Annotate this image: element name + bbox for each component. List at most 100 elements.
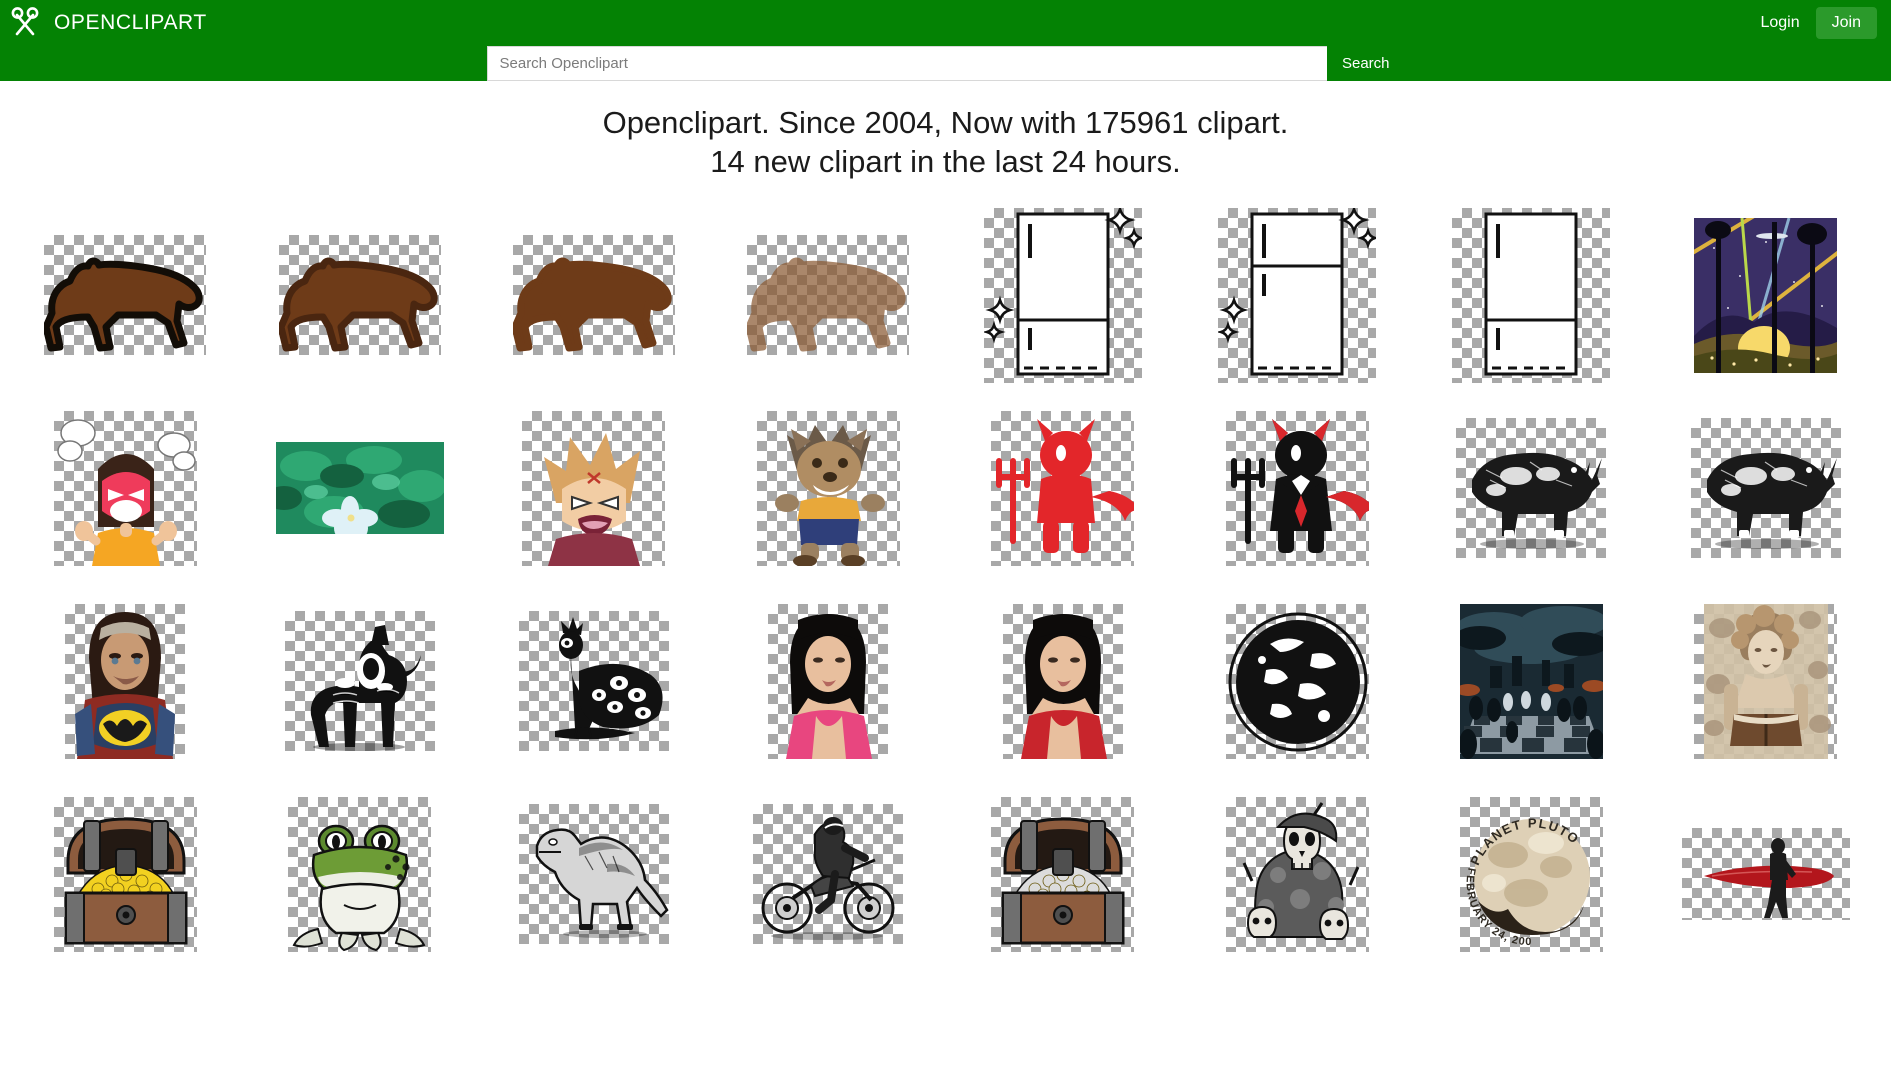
clipart-link[interactable] — [756, 410, 900, 566]
clipart-thumbnail[interactable] — [991, 410, 1135, 566]
clipart-thumbnail[interactable] — [1225, 796, 1369, 952]
search-button[interactable]: Search — [1326, 46, 1405, 81]
clipart-link[interactable] — [53, 796, 197, 952]
clipart-link[interactable] — [1225, 796, 1369, 952]
clipart-thumbnail[interactable]: PLANET PLUTOFEBRUARY 24, 2006 — [1459, 796, 1603, 952]
clipart-cell[interactable] — [1180, 207, 1414, 383]
clipart-thumbnail[interactable] — [747, 235, 910, 356]
clipart-cell[interactable]: PLANET PLUTOFEBRUARY 24, 2006 — [1414, 787, 1648, 962]
clipart-thumbnail[interactable] — [1694, 217, 1838, 373]
clipart-cell[interactable] — [1649, 208, 1883, 383]
clipart-link[interactable] — [518, 804, 669, 945]
clipart-thumbnail[interactable] — [756, 410, 900, 566]
clipart-link[interactable] — [512, 235, 675, 356]
clipart-link[interactable] — [1690, 418, 1841, 559]
clipart-cell[interactable] — [477, 787, 711, 962]
clipart-thumbnail[interactable] — [518, 804, 669, 945]
clipart-link[interactable] — [1459, 603, 1603, 759]
clipart-link[interactable] — [275, 442, 444, 535]
clipart-thumbnail[interactable] — [1694, 603, 1838, 759]
clipart-cell[interactable] — [711, 594, 945, 769]
clipart-thumbnail[interactable] — [278, 235, 441, 356]
clipart-link[interactable] — [1002, 603, 1123, 759]
clipart-thumbnail[interactable] — [284, 611, 435, 752]
clipart-link[interactable] — [53, 410, 197, 566]
clipart-cell[interactable] — [1414, 207, 1648, 383]
clipart-cell[interactable] — [242, 787, 476, 962]
clipart-link[interactable]: PLANET PLUTOFEBRUARY 24, 2006 — [1459, 796, 1603, 952]
clipart-cell[interactable] — [477, 594, 711, 769]
clipart-cell[interactable] — [946, 401, 1180, 576]
clipart-cell[interactable] — [477, 208, 711, 383]
clipart-thumbnail[interactable] — [53, 796, 197, 952]
clipart-link[interactable] — [284, 611, 435, 752]
clipart-thumbnail[interactable] — [288, 796, 432, 952]
clipart-cell[interactable] — [1414, 401, 1648, 576]
clipart-cell[interactable] — [946, 207, 1180, 383]
clipart-cell[interactable] — [946, 787, 1180, 962]
clipart-link[interactable] — [518, 611, 669, 752]
clipart-cell[interactable] — [1649, 787, 1883, 962]
clipart-thumbnail[interactable] — [512, 235, 675, 356]
clipart-cell[interactable] — [242, 594, 476, 769]
clipart-link[interactable] — [288, 796, 432, 952]
clipart-cell[interactable] — [8, 594, 242, 769]
clipart-thumbnail[interactable] — [983, 207, 1142, 383]
clipart-thumbnail[interactable] — [1225, 410, 1369, 566]
search-input[interactable] — [486, 46, 1327, 81]
clipart-cell[interactable] — [711, 208, 945, 383]
clipart-thumbnail[interactable] — [1456, 418, 1607, 559]
clipart-link[interactable] — [65, 603, 186, 759]
clipart-link[interactable] — [522, 410, 666, 566]
clipart-thumbnail[interactable] — [991, 796, 1135, 952]
clipart-link[interactable] — [991, 796, 1135, 952]
clipart-thumbnail[interactable] — [275, 442, 444, 535]
clipart-cell[interactable] — [1180, 787, 1414, 962]
clipart-link[interactable] — [991, 410, 1135, 566]
clipart-link[interactable] — [1681, 828, 1850, 921]
clipart-thumbnail[interactable] — [1002, 603, 1123, 759]
clipart-cell[interactable] — [242, 401, 476, 576]
clipart-link[interactable] — [278, 235, 441, 356]
clipart-cell[interactable] — [1649, 401, 1883, 576]
clipart-thumbnail[interactable] — [522, 410, 666, 566]
clipart-link[interactable] — [1694, 217, 1838, 373]
clipart-cell[interactable] — [946, 594, 1180, 769]
clipart-thumbnail[interactable] — [44, 235, 207, 356]
clipart-link[interactable] — [747, 235, 910, 356]
clipart-thumbnail[interactable] — [518, 611, 669, 752]
clipart-thumbnail[interactable] — [1690, 418, 1841, 559]
clipart-thumbnail[interactable] — [753, 804, 904, 945]
clipart-cell[interactable] — [1649, 594, 1883, 769]
clipart-link[interactable] — [1225, 603, 1369, 759]
clipart-thumbnail[interactable] — [53, 410, 197, 566]
clipart-cell[interactable] — [8, 787, 242, 962]
brand-logo-link[interactable]: OPENCLIPART — [8, 6, 207, 40]
clipart-link[interactable] — [1218, 207, 1377, 383]
clipart-link[interactable] — [1225, 410, 1369, 566]
clipart-link[interactable] — [1452, 207, 1611, 383]
clipart-thumbnail[interactable] — [1459, 603, 1603, 759]
clipart-link[interactable] — [983, 207, 1142, 383]
clipart-cell[interactable] — [242, 208, 476, 383]
clipart-cell[interactable] — [711, 401, 945, 576]
clipart-thumbnail[interactable] — [1452, 207, 1611, 383]
clipart-cell[interactable] — [1180, 594, 1414, 769]
clipart-thumbnail[interactable] — [1218, 207, 1377, 383]
clipart-thumbnail[interactable] — [65, 603, 186, 759]
clipart-link[interactable] — [1456, 418, 1607, 559]
clipart-link[interactable] — [44, 235, 207, 356]
clipart-link[interactable] — [1694, 603, 1838, 759]
clipart-cell[interactable] — [1414, 594, 1648, 769]
clipart-cell[interactable] — [477, 401, 711, 576]
clipart-link[interactable] — [753, 804, 904, 945]
clipart-thumbnail[interactable] — [768, 603, 889, 759]
login-link[interactable]: Login — [1760, 14, 1799, 32]
clipart-cell[interactable] — [8, 401, 242, 576]
clipart-cell[interactable] — [711, 787, 945, 962]
clipart-cell[interactable] — [1180, 401, 1414, 576]
clipart-thumbnail[interactable] — [1681, 828, 1850, 921]
clipart-cell[interactable] — [8, 208, 242, 383]
join-button[interactable]: Join — [1815, 7, 1877, 39]
clipart-thumbnail[interactable] — [1225, 603, 1369, 759]
